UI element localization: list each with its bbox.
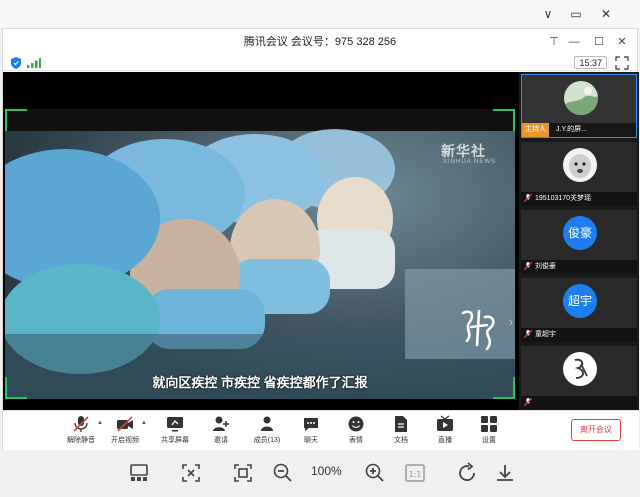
one-to-one-icon[interactable]: 1:1: [404, 462, 426, 484]
toolbar-label: 文档: [394, 437, 408, 444]
thumbnail-icon[interactable]: [128, 462, 150, 484]
meeting-title-bar: 腾讯会议 会议号：975 328 256 ⊤ — ☐ ✕: [3, 29, 637, 55]
live-icon: [437, 415, 453, 431]
meeting-title: 腾讯会议 会议号：975 328 256: [243, 36, 397, 48]
emoji-icon: [348, 416, 364, 432]
frame-corner-tl: [5, 109, 27, 131]
video-frame-image: [5, 109, 515, 399]
close-window-button[interactable]: ✕: [596, 5, 616, 23]
chevron-right-icon[interactable]: ›: [509, 315, 513, 329]
landscape-avatar: [564, 81, 598, 115]
xinhua-watermark-sub: XINHUA NEWS: [443, 159, 497, 165]
meeting-toolbar: 解除静音 ▲ 开启视频 ▲ 共享屏幕 邀请 成员(13) 聊天 表情 文档 直播…: [3, 410, 639, 450]
host-badge: 主持人: [522, 123, 549, 137]
caret-up-icon[interactable]: ▲: [141, 420, 147, 426]
mic-muted-icon: [524, 330, 532, 339]
meeting-timer: 15:37: [574, 56, 607, 69]
invite-icon: [213, 416, 229, 431]
fit-icon[interactable]: [180, 462, 202, 484]
toolbar-label: 解除静音: [67, 437, 95, 444]
frame-corner-tr: [493, 109, 515, 131]
settings-icon: [481, 416, 497, 432]
maximize-button[interactable]: ☐: [588, 29, 610, 55]
participant-tile[interactable]: 195103170关梦瑶: [521, 142, 637, 206]
unmute-button[interactable]: 解除静音 ▲: [61, 415, 103, 449]
toolbar-label: 表情: [349, 437, 363, 444]
shared-video[interactable]: 新华社 XINHUA NEWS 就向区疾控 市疾控 省疾控都作了汇报 ›: [5, 109, 515, 399]
xinhua-watermark: 新华社: [441, 143, 486, 159]
signal-icon[interactable]: [27, 58, 41, 68]
meeting-window: 腾讯会议 会议号：975 328 256 ⊤ — ☐ ✕ 15:37 新华社 X…: [2, 28, 639, 497]
calligraphy-logo: [461, 309, 495, 351]
toolbar-label: 设置: [482, 437, 496, 444]
participant-name: 195103170关梦瑶: [521, 192, 637, 206]
toolbar-label: 邀请: [214, 437, 228, 444]
live-button[interactable]: 直播: [425, 415, 465, 449]
chevron-down-icon[interactable]: ∨: [538, 5, 558, 23]
document-icon: [395, 416, 407, 432]
toolbar-label: 直播: [438, 437, 452, 444]
reactions-button[interactable]: 表情: [336, 415, 376, 449]
camera-off-icon: [117, 416, 133, 432]
initials-avatar: 俊豪: [563, 216, 597, 250]
actual-size-icon[interactable]: [232, 462, 254, 484]
mic-muted-icon: [524, 262, 532, 271]
download-icon[interactable]: [494, 462, 516, 484]
toolbar-label: 开启视频: [111, 437, 139, 444]
members-button[interactable]: 成员(13): [247, 415, 287, 449]
fullscreen-icon[interactable]: [615, 56, 629, 70]
share-screen-button[interactable]: 共享屏幕: [155, 415, 195, 449]
participant-name: 童超宇: [521, 328, 637, 342]
mic-muted-icon: [524, 194, 532, 203]
share-screen-icon: [167, 417, 183, 432]
chat-button[interactable]: 聊天: [291, 415, 331, 449]
caret-up-icon[interactable]: ▲: [97, 420, 103, 426]
participant-tile[interactable]: 主持人 J.Y.的屏...: [521, 74, 637, 138]
participant-name: [521, 396, 637, 410]
restore-window-button[interactable]: ▭: [566, 5, 586, 23]
invite-button[interactable]: 邀请: [201, 415, 241, 449]
alpaca-avatar: [563, 148, 597, 182]
outer-title-bar: ∨ ▭ ✕: [0, 0, 640, 28]
logo-avatar: [563, 352, 597, 386]
participant-list: 主持人 J.Y.的屏... 195103170关梦瑶 俊豪 刘俊豪 超宇 童超宇: [519, 72, 639, 410]
participant-tile[interactable]: 俊豪 刘俊豪: [521, 210, 637, 274]
close-button[interactable]: ✕: [611, 29, 633, 55]
documents-button[interactable]: 文档: [381, 415, 421, 449]
chat-icon: [304, 418, 318, 431]
rotate-icon[interactable]: [456, 462, 478, 484]
mic-muted-icon: [524, 398, 532, 407]
minimize-button[interactable]: —: [563, 29, 585, 55]
initials-avatar: 超宇: [563, 284, 597, 318]
toolbar-label: 聊天: [304, 437, 318, 444]
pin-icon[interactable]: ⊤: [543, 29, 565, 55]
participant-name: 刘俊豪: [521, 260, 637, 274]
zoom-in-icon[interactable]: [364, 462, 386, 484]
video-subtitle: 就向区疾控 市疾控 省疾控都作了汇报: [152, 375, 368, 390]
toolbar-label: 成员(13): [253, 437, 281, 444]
zoom-out-icon[interactable]: [272, 462, 294, 484]
participant-tile[interactable]: [521, 346, 637, 410]
shield-icon[interactable]: [11, 57, 21, 69]
participant-tile[interactable]: 超宇 童超宇: [521, 278, 637, 342]
mic-muted-icon: [73, 416, 89, 432]
svg-text:1:1: 1:1: [409, 470, 422, 479]
toolbar-label: 共享屏幕: [161, 437, 189, 444]
start-video-button[interactable]: 开启视频 ▲: [105, 415, 147, 449]
leave-meeting-button[interactable]: 离开会议: [571, 419, 621, 441]
zoom-level: 100%: [311, 464, 342, 478]
settings-button[interactable]: 设置: [469, 415, 509, 449]
members-icon: [261, 416, 273, 431]
status-row: 15:37: [3, 55, 637, 71]
image-viewer-toolbar: 100% 1:1: [0, 450, 640, 497]
